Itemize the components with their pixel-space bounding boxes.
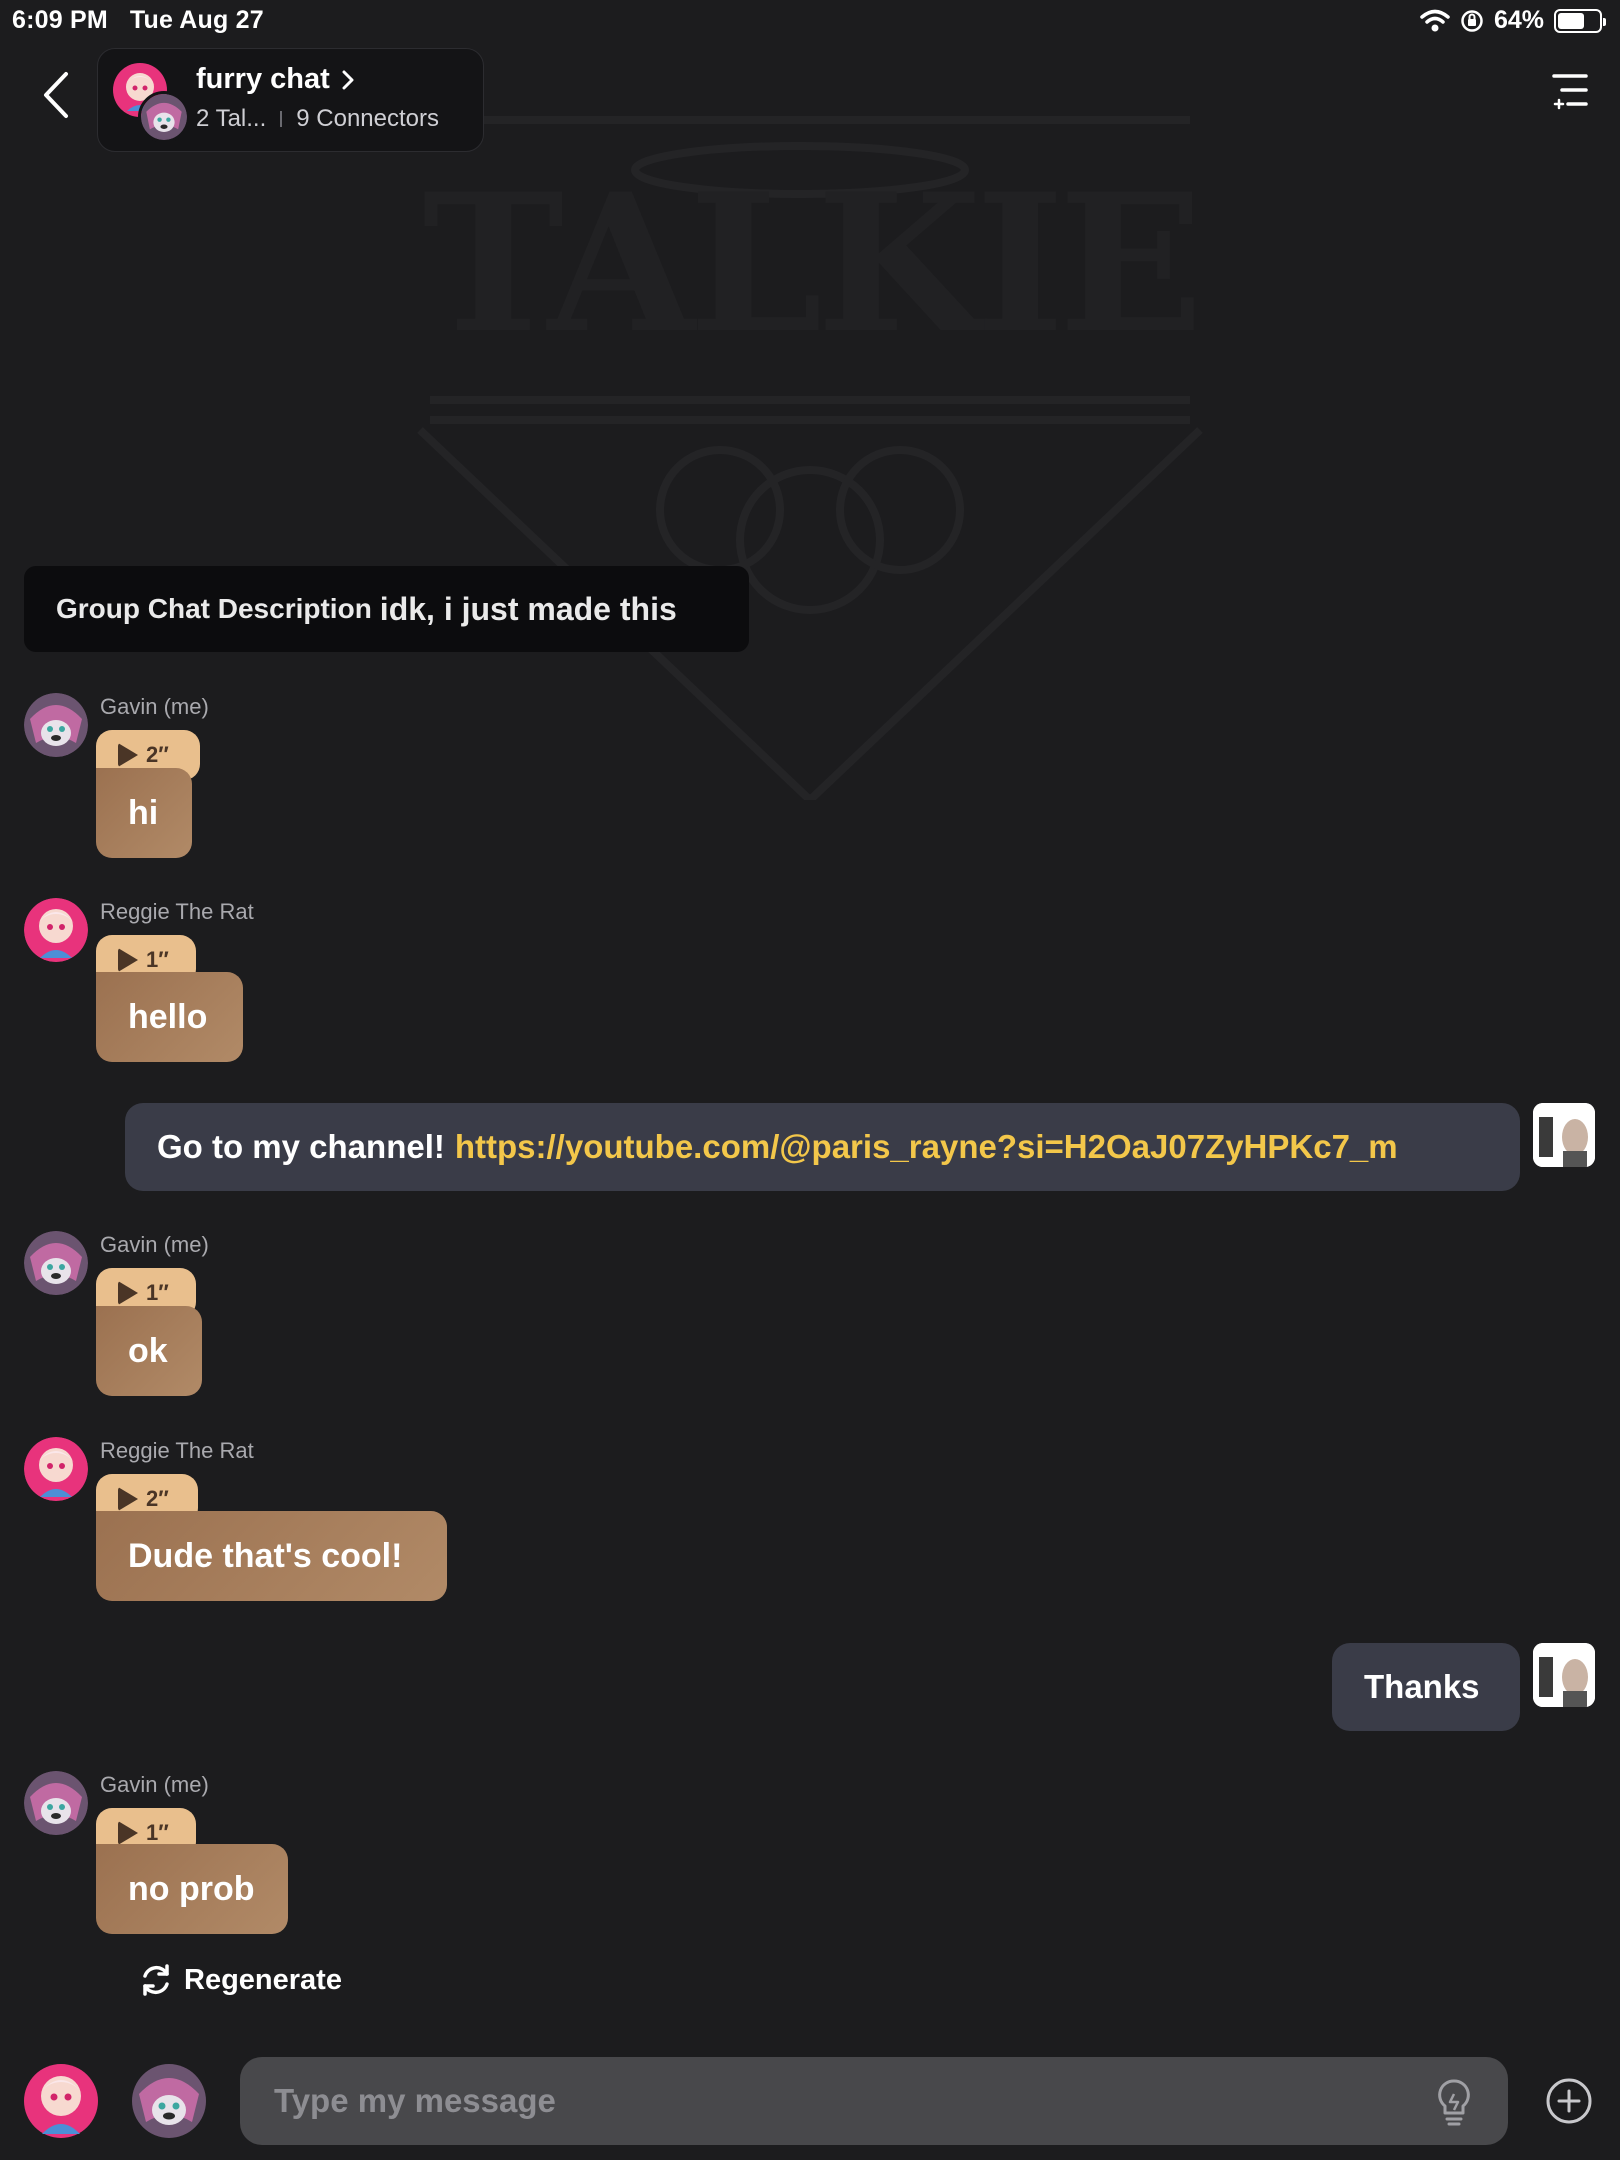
user-message-bubble[interactable]: Go to my channel! https://youtube.com/@p… bbox=[125, 1103, 1520, 1191]
wifi-icon bbox=[1420, 9, 1450, 31]
talkies-count: 2 Tal... bbox=[196, 105, 267, 132]
battery-percent: 64% bbox=[1493, 6, 1544, 34]
talkie-watermark: TALKIE bbox=[417, 116, 1203, 800]
gavin-avatar[interactable] bbox=[24, 693, 88, 757]
status-time: 6:09 PM bbox=[12, 6, 108, 34]
description-label: Group Chat Description bbox=[56, 593, 372, 624]
reggie-avatar[interactable] bbox=[24, 898, 88, 962]
play-icon bbox=[118, 1487, 138, 1511]
sender-name: Reggie The Rat bbox=[100, 1438, 254, 1463]
gavin-avatar bbox=[138, 91, 190, 143]
regenerate-label: Regenerate bbox=[184, 1963, 342, 1996]
sender-name: Reggie The Rat bbox=[100, 899, 254, 924]
play-icon bbox=[118, 743, 138, 767]
message-text: Go to my channel! bbox=[157, 1128, 445, 1165]
chat-title-text: furry chat bbox=[196, 63, 330, 95]
regenerate-button[interactable]: Regenerate bbox=[138, 1962, 342, 1998]
sender-name: Gavin (me) bbox=[100, 694, 209, 719]
user-avatar-image bbox=[1533, 1103, 1595, 1167]
orientation-lock-icon bbox=[1461, 9, 1483, 32]
ai-message-bubble[interactable]: hi bbox=[96, 768, 192, 858]
svg-text:TALKIE: TALKIE bbox=[423, 152, 1198, 375]
ai-message-bubble[interactable]: Dude that's cool! bbox=[96, 1511, 447, 1601]
ai-message-bubble[interactable]: no prob bbox=[96, 1844, 288, 1934]
play-icon bbox=[118, 1281, 138, 1305]
voice-duration: 1″ bbox=[146, 1280, 169, 1305]
add-plus-icon[interactable] bbox=[1544, 2076, 1594, 2126]
status-time-date: 6:09 PM Tue Aug 27 bbox=[12, 6, 286, 35]
divider bbox=[280, 111, 283, 127]
status-date: Tue Aug 27 bbox=[129, 6, 264, 34]
connectors-count: 9 Connectors bbox=[296, 105, 440, 132]
ai-message-bubble[interactable]: ok bbox=[96, 1306, 202, 1396]
message-composer bbox=[240, 2057, 1508, 2145]
description-value: idk, i just made this bbox=[379, 590, 677, 627]
gavin-avatar[interactable] bbox=[24, 1231, 88, 1295]
chevron-right-icon bbox=[342, 70, 354, 89]
gavin-avatar[interactable] bbox=[24, 1771, 88, 1835]
reggie-avatar[interactable] bbox=[24, 1437, 88, 1501]
status-indicators: 64% bbox=[1420, 6, 1606, 35]
play-icon bbox=[118, 948, 138, 972]
ai-message-bubble[interactable]: hello bbox=[96, 972, 243, 1062]
sender-name: Gavin (me) bbox=[100, 1232, 209, 1257]
chat-subtitle: 2 Tal... 9 Connectors bbox=[196, 105, 439, 133]
voice-duration: 2″ bbox=[146, 742, 169, 767]
group-description: Group Chat Description idk, i just made … bbox=[24, 566, 749, 652]
voice-duration: 2″ bbox=[146, 1486, 169, 1511]
battery-icon bbox=[1554, 8, 1606, 33]
message-input[interactable] bbox=[274, 2075, 1374, 2127]
user-avatar-image bbox=[1533, 1643, 1595, 1707]
user-avatar[interactable] bbox=[1533, 1643, 1595, 1707]
lightbulb-icon[interactable] bbox=[1434, 2077, 1474, 2127]
voice-duration: 1″ bbox=[146, 1820, 169, 1845]
user-message-bubble[interactable]: Thanks bbox=[1332, 1643, 1520, 1731]
voice-duration: 1″ bbox=[146, 947, 169, 972]
group-header-card[interactable]: furry chat 2 Tal... 9 Connectors bbox=[97, 48, 484, 152]
play-icon bbox=[118, 1821, 138, 1845]
channel-link[interactable]: https://youtube.com/@paris_rayne?si=H2Oa… bbox=[455, 1128, 1398, 1166]
sender-name: Gavin (me) bbox=[100, 1772, 209, 1797]
user-avatar[interactable] bbox=[1533, 1103, 1595, 1167]
chat-title[interactable]: furry chat bbox=[196, 63, 354, 96]
menu-icon[interactable] bbox=[1550, 70, 1590, 114]
refresh-icon bbox=[143, 1964, 169, 1996]
reggie-avatar[interactable] bbox=[24, 2064, 98, 2138]
gavin-avatar[interactable] bbox=[132, 2064, 206, 2138]
back-chevron-icon[interactable] bbox=[36, 70, 76, 120]
